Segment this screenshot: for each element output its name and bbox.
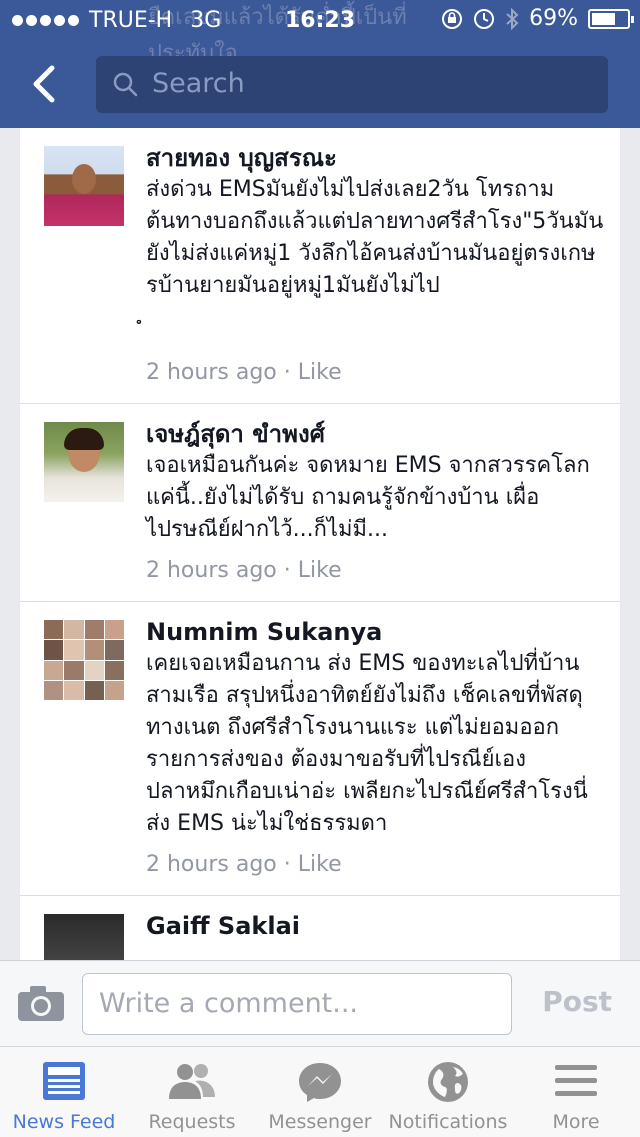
tab-messenger[interactable]: Messenger bbox=[256, 1047, 384, 1137]
comment-author[interactable]: สายทอง บุญสรณะ bbox=[146, 142, 606, 174]
avatar[interactable] bbox=[44, 146, 124, 226]
tab-more[interactable]: More bbox=[512, 1047, 640, 1137]
post-button[interactable]: Post bbox=[542, 985, 612, 1018]
comment-extra-char: ໍ bbox=[146, 316, 606, 348]
alarm-icon bbox=[474, 8, 495, 29]
bluetooth-icon bbox=[506, 7, 519, 30]
tab-bar: News Feed Requests Messenger Notificatio… bbox=[0, 1046, 640, 1137]
comment-list[interactable]: สายทอง บุญสรณะ ส่งด่วน EMSมันยังไม่ไปส่ง… bbox=[20, 128, 620, 960]
search-input[interactable]: Search bbox=[96, 56, 608, 113]
comment-meta: 2 hours ago · Like bbox=[146, 558, 606, 601]
avatar[interactable] bbox=[44, 620, 124, 700]
comment-text: เจอเหมือนกันค่ะ จดหมาย EMS จากสวรรคโลกแค… bbox=[146, 453, 590, 542]
comment-meta: 2 hours ago · Like bbox=[146, 360, 606, 403]
tab-label: Messenger bbox=[268, 1111, 372, 1133]
avatar[interactable] bbox=[44, 422, 124, 502]
comment-composer: Write a comment... Post bbox=[0, 960, 640, 1047]
tab-requests[interactable]: Requests bbox=[128, 1047, 256, 1137]
tab-label: More bbox=[552, 1111, 600, 1133]
header: ยืดเลยมแล้วได้รับค่ำปี้เป็นที่ ประทับใจ … bbox=[0, 0, 640, 128]
like-link[interactable]: Like bbox=[298, 360, 342, 385]
comment-text: เคยเจอเหมือนกาน ส่ง EMS ของทะเลไปที่บ้าน… bbox=[146, 651, 588, 836]
comment-author[interactable]: เจษฎ์สุดา ขำพงศ์ bbox=[146, 418, 606, 450]
comment-text: ส่งด่วน EMSมันยังไม่ไปส่งเลย2วัน โทรถามต… bbox=[146, 177, 604, 298]
messenger-icon bbox=[299, 1063, 341, 1102]
rotation-lock-icon bbox=[442, 8, 463, 29]
comment-author[interactable]: Numnim Sukanya bbox=[146, 616, 606, 648]
search-icon bbox=[113, 72, 138, 97]
back-arrow-icon[interactable] bbox=[28, 64, 62, 104]
news-feed-icon bbox=[43, 1062, 85, 1100]
tab-news-feed[interactable]: News Feed bbox=[0, 1047, 128, 1137]
battery-icon bbox=[588, 8, 634, 29]
tab-label: Requests bbox=[148, 1111, 236, 1133]
status-bar: TRUE-H 3G 16:23 69% bbox=[0, 0, 640, 42]
battery-percent: 69% bbox=[529, 6, 578, 31]
globe-icon bbox=[428, 1062, 468, 1102]
tab-label: Notifications bbox=[388, 1111, 508, 1133]
separator: · bbox=[283, 360, 298, 385]
comment-time: 2 hours ago bbox=[146, 558, 277, 583]
separator: · bbox=[283, 852, 298, 877]
comment-meta: 2 hours ago · Like bbox=[146, 852, 606, 895]
like-link[interactable]: Like bbox=[298, 852, 342, 877]
friends-icon bbox=[169, 1064, 215, 1099]
comment-time: 2 hours ago bbox=[146, 852, 277, 877]
camera-icon[interactable] bbox=[16, 983, 66, 1023]
menu-icon bbox=[555, 1065, 597, 1096]
comment-placeholder: Write a comment... bbox=[99, 988, 359, 1019]
comment-item: เจษฎ์สุดา ขำพงศ์ เจอเหมือนกันค่ะ จดหมาย … bbox=[20, 404, 620, 602]
comment-item: Numnim Sukanya เคยเจอเหมือนกาน ส่ง EMS ข… bbox=[20, 602, 620, 896]
comment-input[interactable]: Write a comment... bbox=[82, 973, 512, 1035]
comment-item: Gaiff Saklai bbox=[20, 896, 620, 960]
tab-label: News Feed bbox=[12, 1111, 116, 1133]
tab-notifications[interactable]: Notifications bbox=[384, 1047, 512, 1137]
comment-item: สายทอง บุญสรณะ ส่งด่วน EMSมันยังไม่ไปส่ง… bbox=[20, 128, 620, 404]
like-link[interactable]: Like bbox=[298, 558, 342, 583]
comment-time: 2 hours ago bbox=[146, 360, 277, 385]
avatar[interactable] bbox=[44, 914, 124, 960]
separator: · bbox=[283, 558, 298, 583]
comment-author[interactable]: Gaiff Saklai bbox=[146, 910, 606, 942]
search-placeholder: Search bbox=[152, 68, 245, 99]
